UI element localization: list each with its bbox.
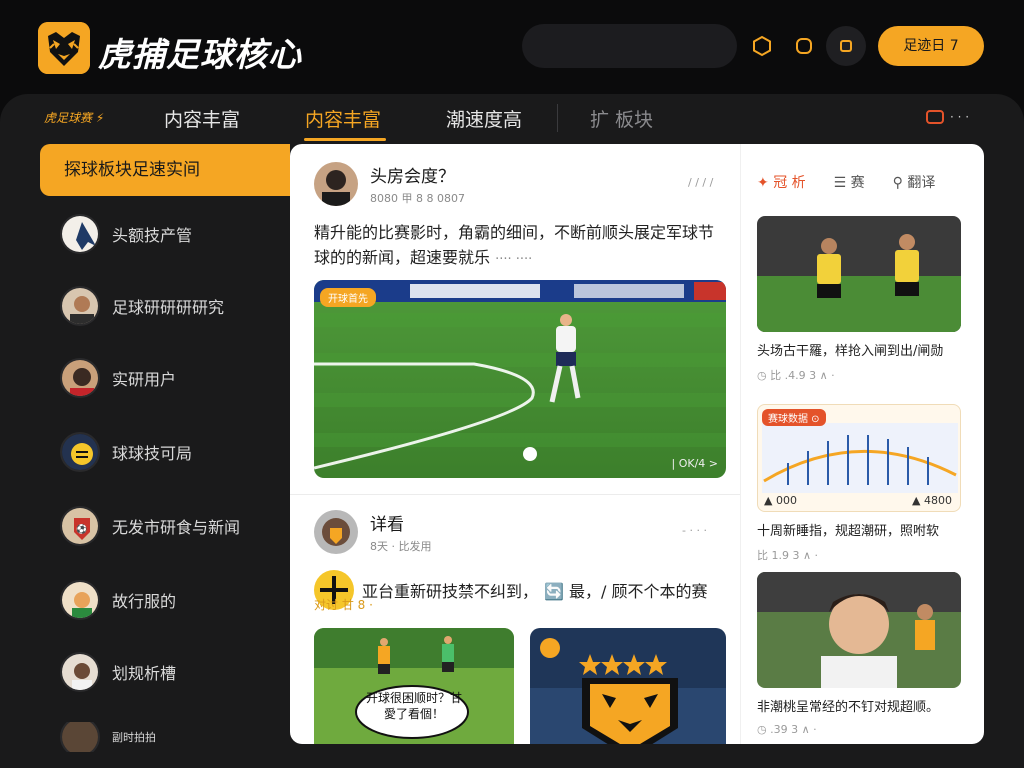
- tab-bar: 虎足球赛 ⚡ 内容丰富 内容丰富 潮速度高 扩 板块 · · ·: [0, 94, 1024, 142]
- news-title[interactable]: 头场古干羅，样抢入闸到出/闸勋: [757, 340, 961, 359]
- sidebar-item[interactable]: 副时拍拍: [60, 722, 280, 752]
- stats-right-value: ▲ 4800: [912, 494, 952, 507]
- tab-active-indicator: [304, 138, 386, 141]
- avatar: [60, 580, 100, 620]
- sidebar-item[interactable]: 球球技可局: [60, 430, 280, 474]
- chat-icon: ☰: [833, 175, 847, 191]
- post-meta: 8080 甲 8 8 0807: [370, 192, 465, 205]
- hexagon-icon[interactable]: [742, 26, 782, 66]
- sidebar-item-label: 无发市研食与新闻: [112, 518, 241, 537]
- tiger-logo-icon[interactable]: [38, 22, 90, 74]
- avatar: [60, 214, 100, 254]
- sidebar-item-label: 头额技产管: [112, 226, 193, 245]
- post-image[interactable]: [530, 628, 726, 744]
- post-header: 头房会度？ 8080 甲 8 8 0807: [314, 162, 465, 206]
- post-tag[interactable]: 对讨 甘 8 ·: [314, 596, 373, 613]
- post-body-tail: 🔄 最，/ 顾不个本的赛: [544, 582, 708, 601]
- sidebar-item[interactable]: 划规析槽: [60, 650, 280, 694]
- tab-speed[interactable]: 潮速度高: [446, 105, 522, 132]
- fire-icon: ✦: [757, 175, 769, 191]
- post-meta: 8天 · 比发用: [370, 540, 432, 553]
- news-card[interactable]: 非潮桃呈常经的不钉对规超顺。 ◷ .39 3 ∧ ·: [757, 572, 961, 736]
- news-meta: ◷ 比 .4.9 3 ∧ ·: [757, 369, 835, 382]
- tab-more-button[interactable]: · · ·: [926, 110, 969, 124]
- main-panel: 虎足球赛 ⚡ 内容丰富 内容丰富 潮速度高 扩 板块 · · · 探球板块足速实…: [0, 94, 1024, 768]
- media-badge: 开球首先: [320, 288, 376, 307]
- sidebar-item-active[interactable]: 探球板块足速实间: [40, 144, 290, 196]
- stats-thumbnail[interactable]: 赛球数据 ⊙ ▲ 000 ▲ 4800: [757, 404, 961, 512]
- tab-divider: [557, 104, 558, 132]
- tab-expand-section[interactable]: 扩 板块: [590, 105, 653, 132]
- tab-search[interactable]: ⚲ 翻译: [893, 172, 936, 192]
- tab-content-rich[interactable]: 内容丰富: [164, 105, 240, 132]
- avatar: [60, 722, 100, 752]
- cta-button[interactable]: 足迹日 7: [878, 26, 984, 66]
- square-icon[interactable]: [826, 26, 866, 66]
- news-thumbnail[interactable]: [757, 572, 961, 688]
- avatar[interactable]: [314, 510, 358, 554]
- sidebar-item[interactable]: 头额技产管: [60, 212, 280, 256]
- svg-text:⚽: ⚽: [75, 523, 87, 535]
- search-input[interactable]: [522, 24, 737, 68]
- tab-brand-label: 虎足球赛 ⚡: [44, 111, 105, 125]
- sidebar-item[interactable]: 故行服的: [60, 578, 280, 622]
- feed-panel: 头房会度？ 8080 甲 8 8 0807 / / / / 精升能的比赛影时，角…: [290, 144, 740, 744]
- top-bar: 虎捕足球核心 足迹日 7: [0, 0, 1024, 92]
- app-title: 虎捕足球核心: [98, 35, 302, 74]
- sidebar-item[interactable]: 实研用户: [60, 356, 280, 400]
- hexagon-icon[interactable]: [784, 26, 824, 66]
- sidebar-item-label: 实研用户: [112, 370, 177, 389]
- post-time: / / / /: [688, 176, 714, 189]
- tab-hot-label: 冠 析: [773, 175, 806, 191]
- avatar: ⚽: [60, 506, 100, 546]
- right-tab-bar: ✦ 冠 析 ☰ 赛 ⚲ 翻译: [757, 172, 935, 192]
- avatar: [60, 652, 100, 692]
- divider: [290, 494, 740, 495]
- tab-more-label: · · ·: [950, 110, 970, 124]
- post-body: 亚台重新研技禁不纠到，: [362, 582, 539, 601]
- stats-left-value: ▲ 000: [764, 494, 797, 507]
- search-icon: ⚲: [892, 175, 903, 191]
- post-image[interactable]: 开球首先 | OK/4 >: [314, 280, 726, 478]
- calendar-icon: [926, 110, 944, 124]
- post-author[interactable]: 详看: [370, 510, 432, 535]
- post-text: 精升能的比赛影时，角霸的细间，不断前顺头展定军球节球的的新闻，超速要就乐 ···…: [314, 220, 719, 272]
- news-card[interactable]: 头场古干羅，样抢入闸到出/闸勋 ◷ 比 .4.9 3 ∧ ·: [757, 216, 961, 383]
- media-stat: | OK/4 >: [671, 457, 719, 470]
- sidebar-item[interactable]: ⚽ 无发市研食与新闻: [60, 504, 280, 548]
- post-image[interactable]: 开球很困顺时？甘愛了看個！: [314, 628, 514, 744]
- tab-search-label: 翻译: [907, 175, 936, 191]
- tab-chat-label: 赛: [850, 175, 865, 191]
- stats-badge: 赛球数据 ⊙: [762, 409, 826, 426]
- news-title[interactable]: 非潮桃呈常经的不钉对规超顺。: [757, 696, 961, 715]
- news-card[interactable]: 赛球数据 ⊙ ▲ 000 ▲ 4800 十周新睡指，规超潮研，照咐软 比 1.9…: [757, 404, 961, 563]
- tab-content-rich-active[interactable]: 内容丰富: [305, 105, 381, 132]
- post-author[interactable]: 头房会度？: [370, 162, 465, 187]
- news-meta: ◷ .39 3 ∧ ·: [757, 723, 817, 736]
- sidebar-item-label: 足球研研研研究: [112, 298, 225, 317]
- sidebar-item-label: 副时拍拍: [112, 731, 156, 744]
- sidebar-item-label: 球球技可局: [112, 444, 193, 463]
- avatar: [60, 358, 100, 398]
- tab-chat[interactable]: ☰ 赛: [834, 172, 865, 192]
- post-text: 亚台重新研技禁不纠到， 🔄 最，/ 顾不个本的赛: [314, 570, 708, 610]
- avatar: [60, 432, 100, 472]
- tab-hot[interactable]: ✦ 冠 析: [757, 172, 806, 192]
- sidebar-item-label: 故行服的: [112, 592, 177, 611]
- sidebar-item[interactable]: 足球研研研研究: [60, 284, 280, 328]
- news-meta: 比 1.9 3 ∧ ·: [757, 549, 819, 562]
- post-header: 详看 8天 · 比发用: [314, 510, 432, 554]
- sidebar-item-label: 划规析槽: [112, 664, 177, 683]
- avatar[interactable]: [314, 162, 358, 206]
- post-more-link[interactable]: ···· ····: [495, 252, 532, 267]
- comic-bubble-text: 开球很困顺时？甘愛了看個！: [366, 691, 463, 721]
- avatar: [60, 286, 100, 326]
- trending-panel: ✦ 冠 析 ☰ 赛 ⚲ 翻译 头场古干羅，样抢入闸到出/闸勋 ◷ 比 .4.9 …: [740, 144, 984, 744]
- news-title[interactable]: 十周新睡指，规超潮研，照咐软: [757, 520, 961, 539]
- news-thumbnail[interactable]: [757, 216, 961, 332]
- post-time: - · · ·: [682, 524, 707, 537]
